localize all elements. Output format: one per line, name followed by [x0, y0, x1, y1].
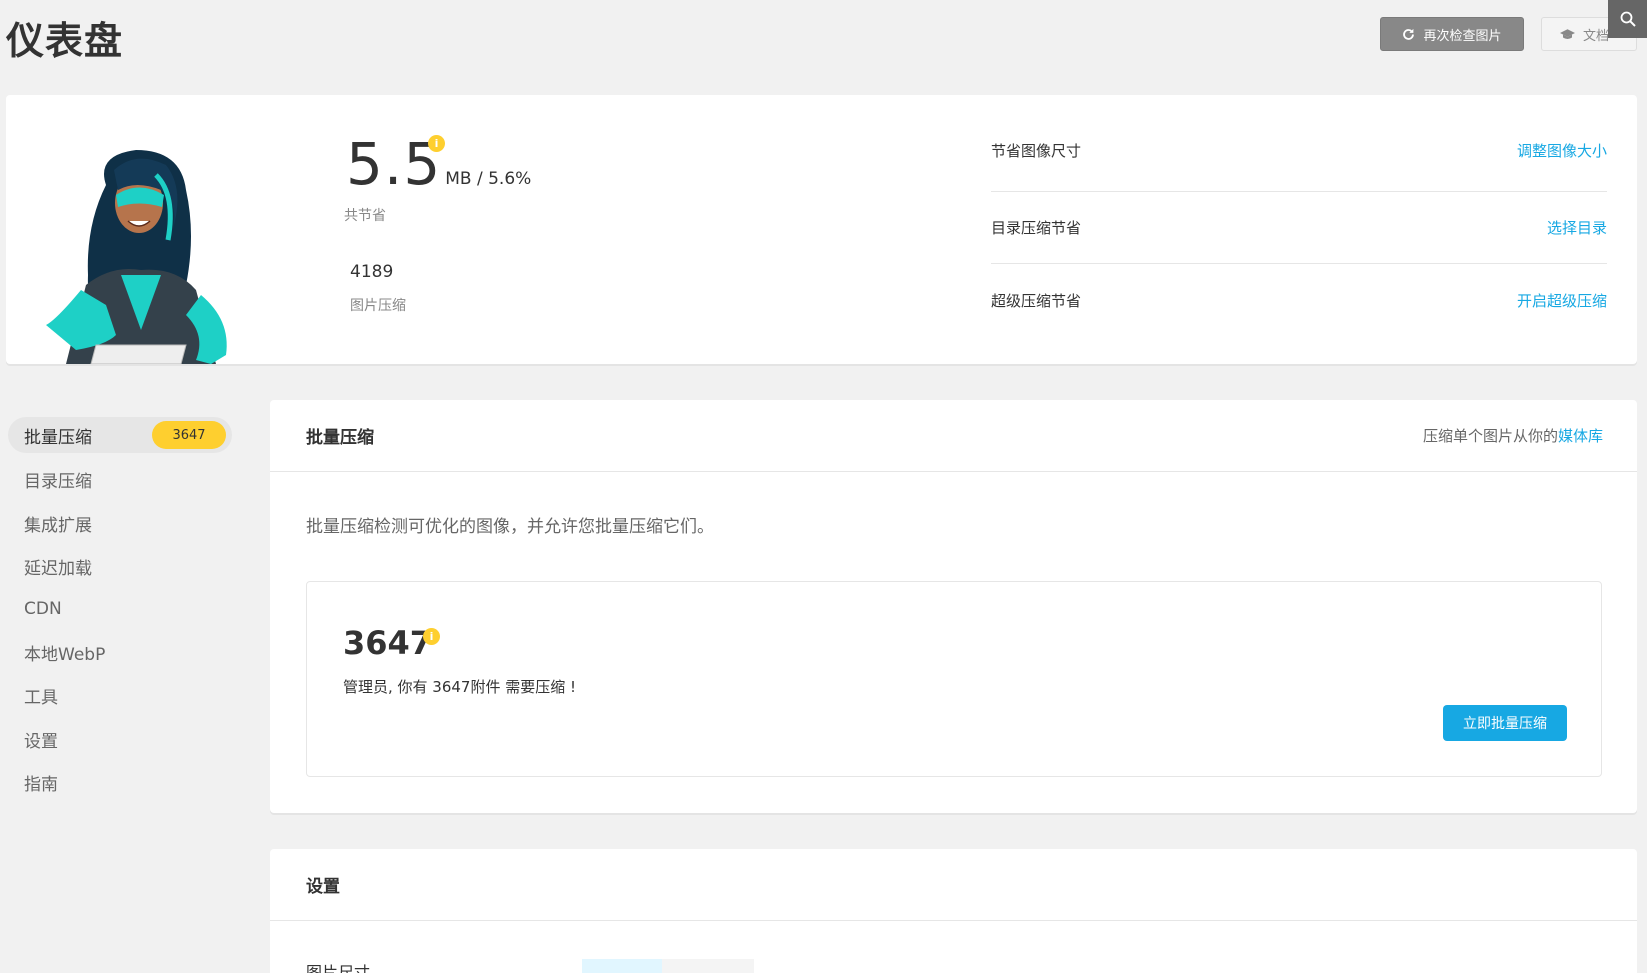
nav-item-settings[interactable]: 设置	[8, 721, 232, 757]
card-header: 批量压缩 压缩单个图片从你的媒体库	[270, 400, 1637, 472]
bulk-smush-card: 批量压缩 压缩单个图片从你的媒体库 批量压缩检测可优化的图像，并允许您批量压缩它…	[270, 400, 1637, 813]
info-icon[interactable]: i	[428, 135, 445, 152]
recheck-images-button[interactable]: 再次检查图片	[1380, 17, 1524, 51]
bulk-status-box: 3647 i 管理员, 你有 3647附件 需要压缩 ! 立即批量压缩	[306, 581, 1602, 777]
setting-toggle-area[interactable]	[662, 959, 754, 973]
nav-item-label: 批量压缩	[24, 427, 92, 448]
bulk-smush-now-button[interactable]: 立即批量压缩	[1443, 705, 1567, 741]
compressed-label: 图片压缩	[350, 298, 406, 314]
total-saved-unit: MB / 5.6%	[445, 169, 532, 189]
nav-item-label: 工具	[24, 687, 58, 708]
nav-item-label: 设置	[24, 731, 58, 752]
media-library-link[interactable]: 媒体库	[1558, 427, 1603, 445]
recheck-images-label: 再次检查图片	[1423, 28, 1502, 44]
nav-item-cdn[interactable]: CDN	[8, 591, 232, 627]
search-button[interactable]	[1608, 0, 1647, 38]
summary-row-label: 节省图像尺寸	[991, 141, 1082, 160]
nav-item-integrations[interactable]: 集成扩展	[8, 505, 232, 541]
image-size-label: 图片尺寸	[306, 963, 371, 973]
graduation-cap-icon	[1560, 28, 1575, 39]
card-header: 设置	[270, 849, 1637, 921]
nav-item-bulk-smush[interactable]: 批量压缩 3647	[8, 417, 232, 453]
nav-item-guide[interactable]: 指南	[8, 764, 232, 800]
remaining-message: 管理员, 你有 3647附件 需要压缩 !	[343, 678, 577, 696]
compressed-count: 4189	[350, 262, 394, 282]
summary-row-super: 超级压缩节省 开启超级压缩	[991, 264, 1607, 336]
nav-item-label: 目录压缩	[24, 471, 92, 492]
nav-item-label: 延迟加载	[24, 558, 92, 579]
remaining-count: 3647	[343, 624, 433, 662]
setting-toggle-area[interactable]	[582, 959, 662, 973]
nav-item-tools[interactable]: 工具	[8, 677, 232, 713]
nav-item-label: 指南	[24, 774, 58, 795]
docs-label: 文档	[1583, 28, 1610, 44]
enable-super-compress-link[interactable]: 开启超级压缩	[1517, 290, 1607, 311]
nav-item-label: CDN	[24, 599, 62, 619]
resize-images-link[interactable]: 调整图像大小	[1517, 140, 1607, 161]
summary-row-label: 超级压缩节省	[991, 291, 1082, 310]
nav-item-label: 集成扩展	[24, 515, 92, 536]
hero-illustration	[36, 145, 246, 364]
count-badge: 3647	[152, 421, 226, 449]
nav-item-directory-smush[interactable]: 目录压缩	[8, 461, 232, 497]
search-icon	[1620, 11, 1636, 27]
media-library-hint: 压缩单个图片从你的媒体库	[1423, 425, 1603, 446]
total-saved-value: 5.5	[346, 130, 442, 198]
summary-row-directory: 目录压缩节省 选择目录	[991, 191, 1607, 263]
nav-item-label: 本地WebP	[24, 644, 106, 665]
card-title: 批量压缩	[306, 428, 374, 448]
summary-row-label: 目录压缩节省	[991, 218, 1082, 237]
refresh-icon	[1403, 28, 1415, 40]
info-icon[interactable]: i	[423, 628, 440, 645]
summary-row-resize: 节省图像尺寸 调整图像大小	[991, 114, 1607, 186]
nav-item-local-webp[interactable]: 本地WebP	[8, 634, 232, 670]
card-title: 设置	[306, 877, 340, 897]
page-title: 仪表盘	[6, 19, 124, 63]
settings-card: 设置 图片尺寸	[270, 849, 1637, 973]
select-directory-link[interactable]: 选择目录	[1547, 217, 1607, 238]
bulk-description: 批量压缩检测可优化的图像，并允许您批量压缩它们。	[306, 517, 714, 537]
nav-item-lazy-load[interactable]: 延迟加载	[8, 548, 232, 584]
summary-box: 5.5 MB / 5.6% i 共节省 4189 图片压缩 节省图像尺寸 调整图…	[6, 95, 1637, 364]
media-library-hint-text: 压缩单个图片从你的	[1422, 427, 1558, 445]
total-saved-label: 共节省	[344, 208, 386, 224]
